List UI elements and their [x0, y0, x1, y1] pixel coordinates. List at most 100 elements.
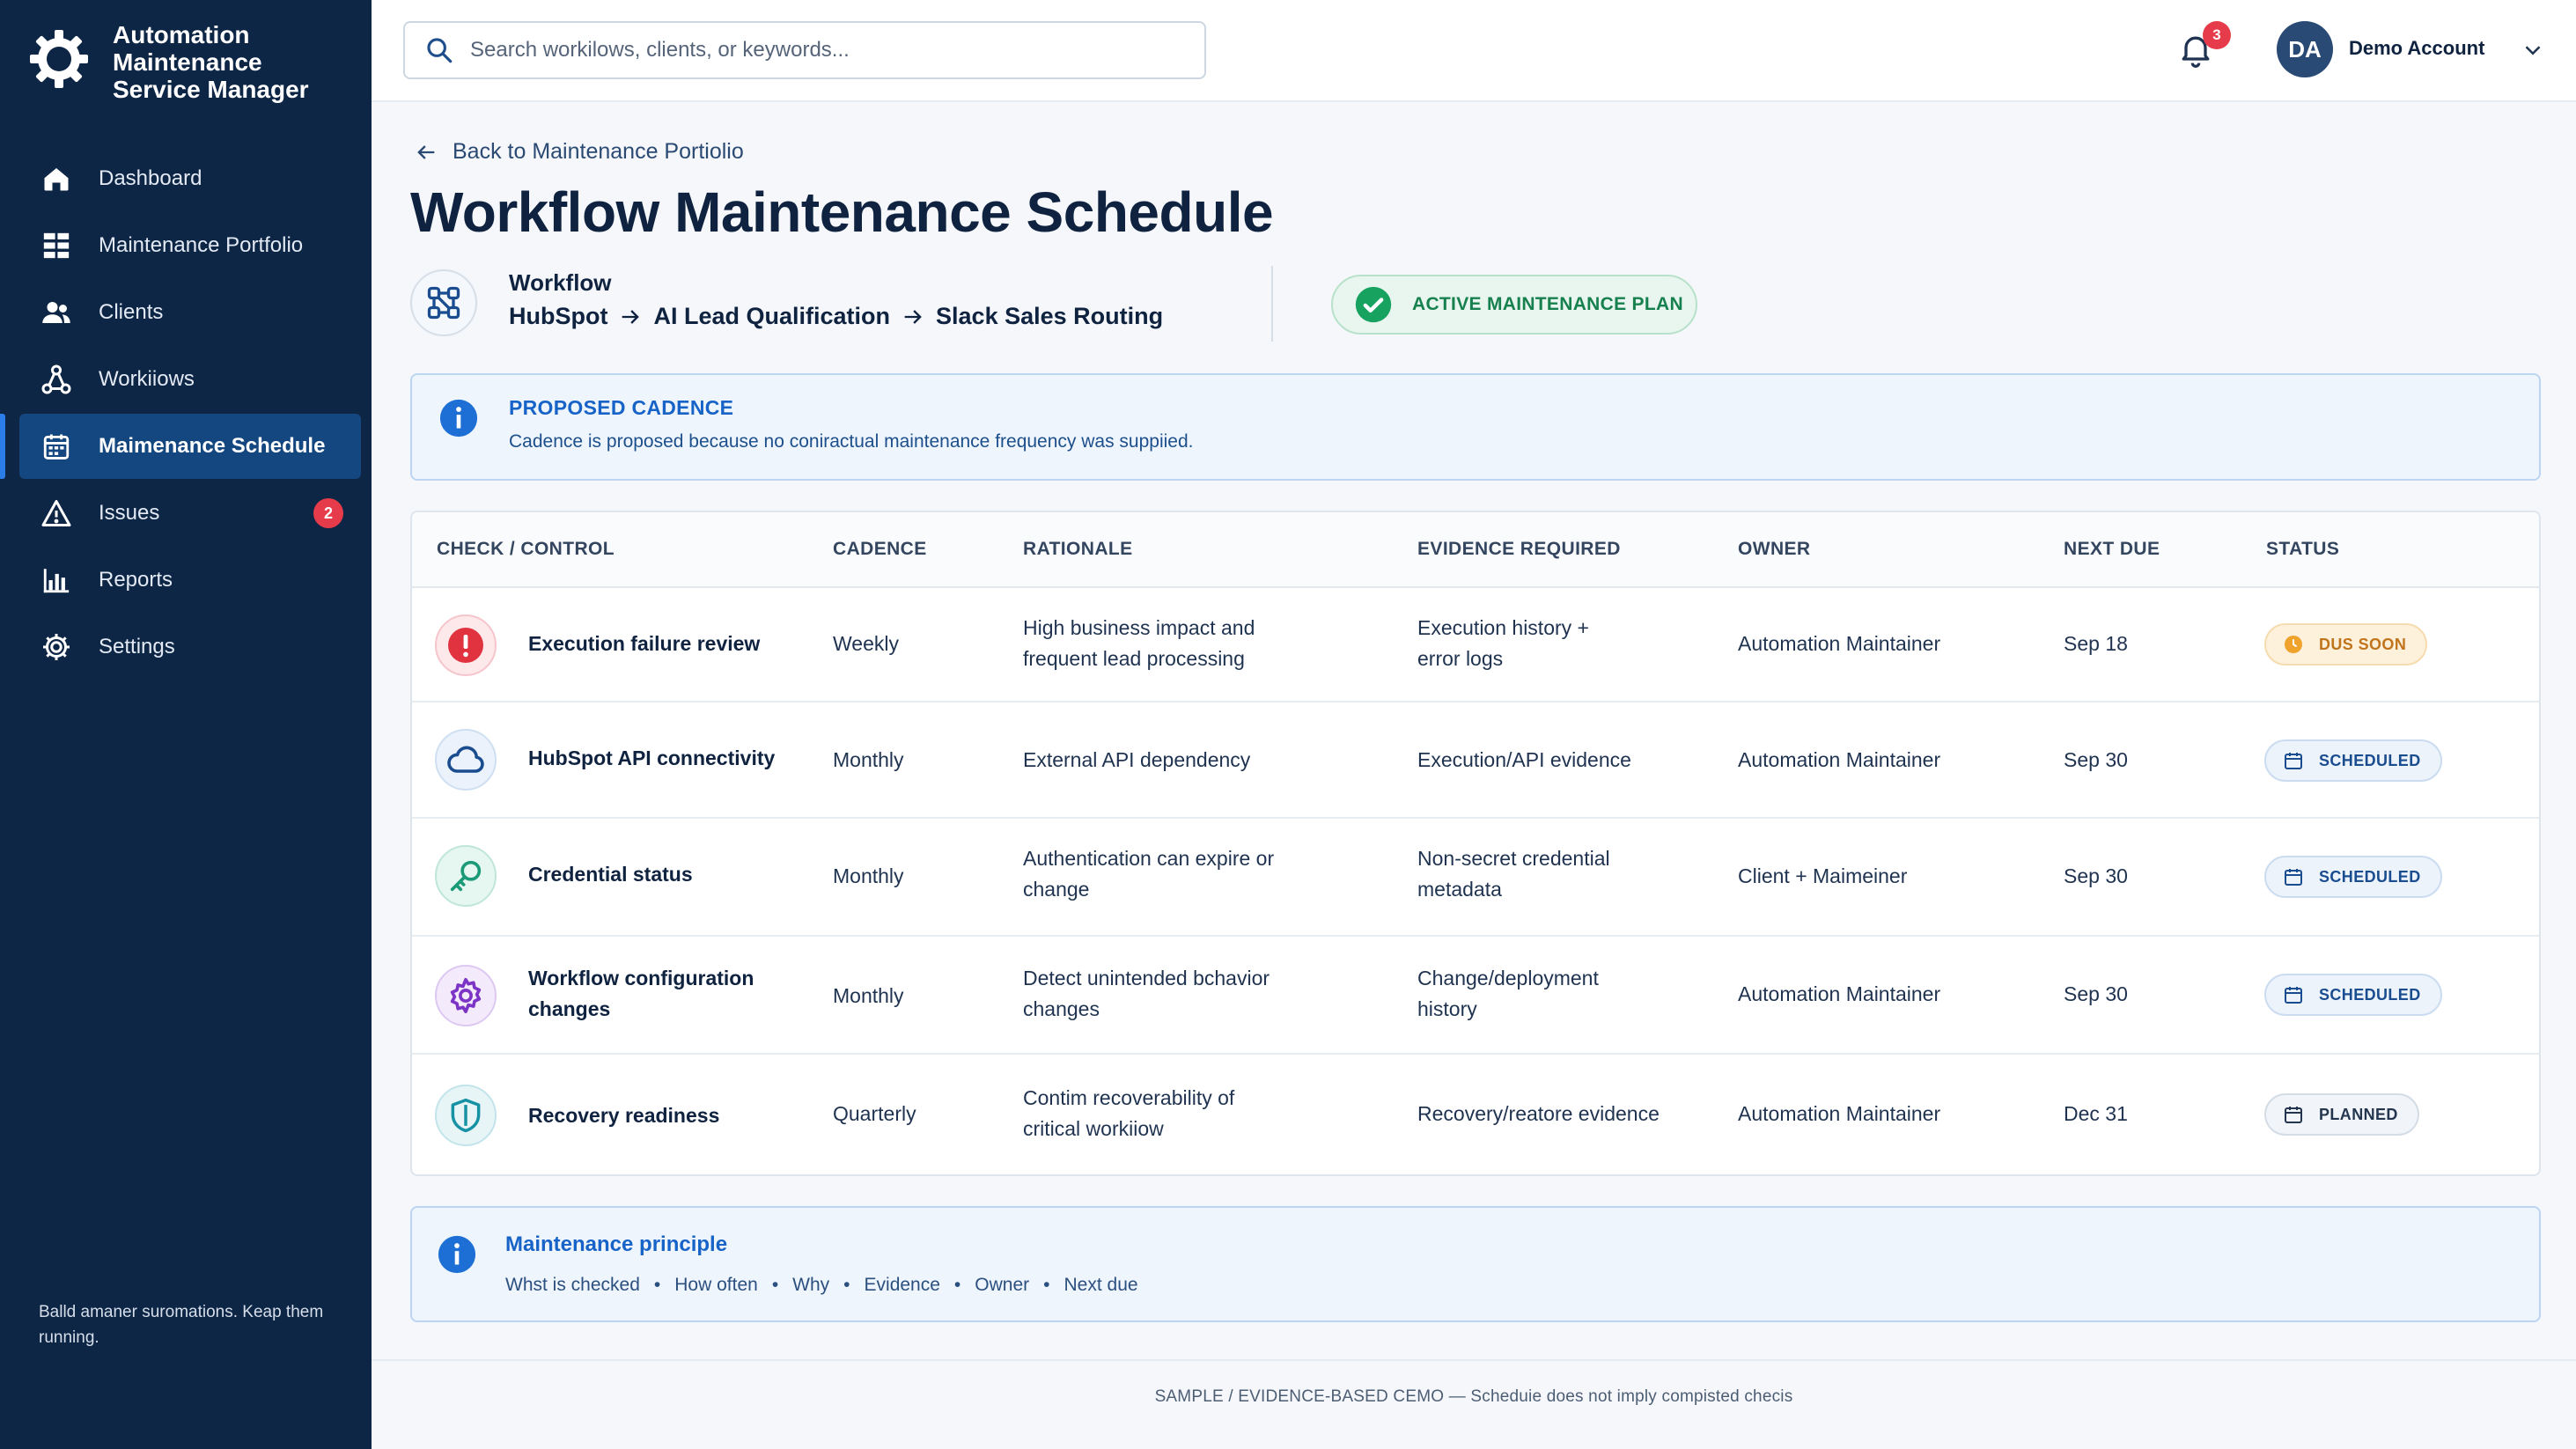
sidebar-item-clients[interactable]: Clients: [19, 280, 361, 345]
footer-disclaimer: SAMPLE / EVIDENCE-BASED CEMO — Scheduie …: [1154, 1387, 1793, 1406]
notice-title: PROPOSED CADENCE: [509, 396, 734, 419]
table-row[interactable]: Execution failure review Weekly High bus…: [412, 588, 2539, 702]
column-header-status[interactable]: STATUS: [2266, 539, 2339, 560]
rationale: Detect unintended bchavior changes: [1023, 967, 1270, 1020]
arrow-right-icon: [622, 309, 640, 324]
key-icon: [435, 845, 497, 907]
table-row[interactable]: Credential status Monthly Authentication…: [412, 819, 2539, 937]
info-icon: [439, 399, 478, 438]
account-name[interactable]: Demo Account: [2349, 37, 2484, 60]
separator-dot: •: [653, 1275, 661, 1295]
table-row[interactable]: Workflow configuration changes Monthly D…: [412, 937, 2539, 1055]
notice-text: Cadence is proposed because no coniractu…: [509, 431, 1194, 452]
column-header-cadence[interactable]: CADENCE: [833, 539, 927, 560]
principle-item: Next due: [1064, 1275, 1138, 1295]
back-link[interactable]: Back to Maintenance Portiolio: [414, 139, 744, 165]
brand-name: Automation Maintenance Service Manager: [113, 21, 309, 103]
principle-items: Whst is checked • How often • Why • Evid…: [505, 1275, 1138, 1296]
issues-count-badge: 2: [313, 498, 343, 528]
arrow-left-icon: [417, 144, 435, 159]
search-box[interactable]: [403, 21, 1206, 79]
cadence: Monthly: [833, 748, 904, 771]
sidebar-item-label: Settings: [99, 635, 175, 658]
principle-item: How often: [674, 1275, 758, 1295]
chevron-down-icon[interactable]: [2520, 37, 2546, 63]
workflow-path: HubSpot AI Lead Qualification Slack Sale…: [509, 303, 1163, 330]
column-header-check[interactable]: CHECK / CONTROL: [437, 539, 615, 560]
gear-icon: [435, 965, 497, 1026]
sidebar-item-label: Maintenance Portfolio: [99, 233, 304, 257]
calendar-icon: [2282, 983, 2305, 1006]
column-header-evidence[interactable]: EVIDENCE REQUIRED: [1417, 539, 1621, 560]
status-badge[interactable]: SCHEDULED: [2264, 974, 2442, 1016]
evidence: Change/deployment history: [1417, 967, 1599, 1020]
owner: Automation Maintainer: [1738, 982, 1941, 1005]
sidebar-item-maintenance-portfolio[interactable]: Maintenance Portfolio: [19, 213, 361, 278]
cadence: Monthly: [833, 864, 904, 887]
status-badge[interactable]: SCHEDULED: [2264, 739, 2442, 782]
status-badge[interactable]: DUS SOON: [2264, 623, 2428, 666]
sidebar-item-issues[interactable]: Issues 2: [19, 481, 361, 546]
status-label: SCHEDULED: [2319, 985, 2421, 1004]
calendar-icon: [2282, 749, 2305, 772]
info-icon: [438, 1235, 476, 1274]
next-due: Sep 30: [2064, 982, 2128, 1005]
column-header-next-due[interactable]: NEXT DUE: [2064, 539, 2160, 560]
status-badge[interactable]: PLANNED: [2264, 1093, 2419, 1136]
gear-logo-icon: [30, 30, 88, 88]
workflow-badge: [410, 269, 477, 336]
evidence: Execution history + error logs: [1417, 616, 1589, 670]
principle-item: Owner: [975, 1275, 1030, 1295]
sidebar-item-label: Maimenance Schedule: [99, 434, 326, 458]
check-name: Recovery readiness: [528, 1104, 720, 1127]
avatar[interactable]: DA: [2277, 21, 2333, 77]
workflow-step: HubSpot: [509, 303, 608, 329]
next-due: Sep 30: [2064, 864, 2128, 887]
separator-dot: •: [771, 1275, 779, 1295]
calendar-icon: [39, 429, 74, 464]
table-row[interactable]: HubSpot API connectivity Monthly Externa…: [412, 702, 2539, 819]
next-due: Sep 30: [2064, 748, 2128, 771]
header-divider: [1271, 266, 1273, 342]
status-badge[interactable]: SCHEDULED: [2264, 856, 2442, 898]
plan-status-label: ACTIVE MAINTENANCE PLAN: [1412, 294, 1683, 314]
workflow-step: Slack Sales Routing: [936, 303, 1164, 329]
cadence: Weekly: [833, 632, 899, 655]
maintenance-schedule-table: CHECK / CONTROL CADENCE RATIONALE EVIDEN…: [410, 511, 2541, 1176]
evidence: Recovery/reatore evidence: [1417, 1102, 1660, 1125]
users-icon: [39, 295, 74, 330]
sidebar-item-dashboard[interactable]: Dashboard: [19, 146, 361, 211]
separator-dot: •: [1043, 1275, 1050, 1295]
next-due: Sep 18: [2064, 632, 2128, 655]
page-title: Workflow Maintenance Schedule: [410, 180, 1274, 244]
workflow-label: Workflow: [509, 269, 612, 296]
rationale: Contim recoverability of critical workii…: [1023, 1086, 1235, 1140]
sidebar-item-label: Clients: [99, 300, 164, 324]
shield-icon: [435, 1085, 497, 1146]
search-input[interactable]: [470, 38, 1192, 63]
column-header-owner[interactable]: OWNER: [1738, 539, 1811, 560]
sidebar-item-label: Dashboard: [99, 166, 202, 190]
table-row[interactable]: Recovery readiness Quarterly Contim reco…: [412, 1055, 2539, 1174]
evidence: Execution/API evidence: [1417, 748, 1631, 771]
principle-title: Maintenance principle: [505, 1232, 728, 1256]
sidebar-item-workflows[interactable]: Workiiows: [19, 347, 361, 412]
status-label: SCHEDULED: [2319, 867, 2421, 886]
top-bar: 3 DA Demo Account: [372, 0, 2576, 102]
principle-item: Evidence: [864, 1275, 940, 1295]
grid-icon: [39, 228, 74, 263]
column-header-rationale[interactable]: RATIONALE: [1023, 539, 1133, 560]
footer: SAMPLE / EVIDENCE-BASED CEMO — Scheduie …: [372, 1359, 2576, 1449]
arrow-right-icon: [904, 309, 922, 324]
brand[interactable]: Automation Maintenance Service Manager: [28, 21, 342, 103]
sidebar-item-maintenance-schedule[interactable]: Maimenance Schedule: [0, 414, 361, 479]
owner: Automation Maintainer: [1738, 748, 1941, 771]
cadence: Quarterly: [833, 1102, 916, 1125]
evidence: Non-secret credential metadata: [1417, 847, 1610, 901]
cadence: Monthly: [833, 984, 904, 1007]
alert-icon: [435, 614, 497, 676]
workflow-step: AI Lead Qualification: [653, 303, 891, 329]
sidebar-item-reports[interactable]: Reports: [19, 548, 361, 613]
sidebar-item-settings[interactable]: Settings: [19, 614, 361, 680]
plan-status-badge: ACTIVE MAINTENANCE PLAN: [1331, 275, 1697, 335]
